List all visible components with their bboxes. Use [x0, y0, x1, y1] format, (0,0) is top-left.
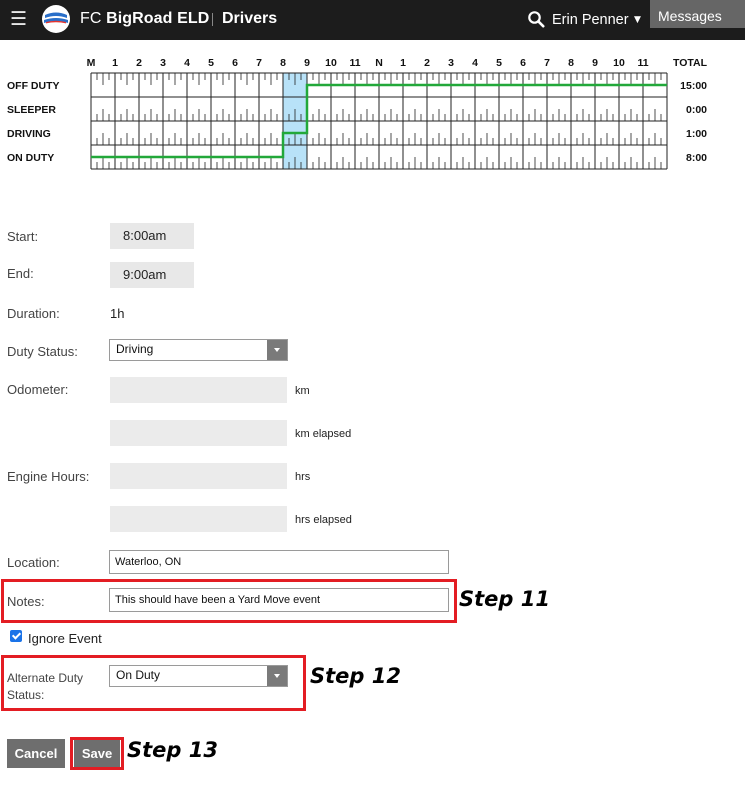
alternate-label-line1: Alternate Duty — [7, 671, 84, 685]
hour-label: 8 — [568, 57, 574, 69]
alternate-duty-status-label: Alternate Duty Status: — [7, 670, 83, 704]
engine-hours-unit: hrs — [295, 471, 311, 483]
total-header: TOTAL — [673, 57, 708, 69]
hour-label: 10 — [325, 57, 337, 69]
hour-label: 2 — [424, 57, 430, 69]
dropdown-arrow-icon[interactable] — [267, 340, 287, 360]
hour-label: 6 — [520, 57, 526, 69]
dropdown-arrow-icon[interactable] — [267, 666, 287, 686]
hour-label: 5 — [208, 57, 214, 69]
hour-label: 4 — [472, 57, 478, 69]
hour-label: 6 — [232, 57, 238, 69]
hour-label: 10 — [613, 57, 625, 69]
duty-status-label: Duty Status: — [7, 344, 78, 359]
caret-down-icon[interactable]: ▼ — [634, 15, 641, 25]
odometer-elapsed-input[interactable] — [110, 420, 287, 446]
odometer-unit: km — [295, 385, 310, 397]
end-label: End: — [7, 266, 34, 281]
row-total: 8:00 — [686, 152, 707, 164]
row-label: ON DUTY — [7, 152, 54, 164]
hour-label: 1 — [400, 57, 406, 69]
duration-label: Duration: — [7, 306, 60, 321]
end-value: 9:00am — [110, 262, 194, 288]
notes-input[interactable]: This should have been a Yard Move event — [109, 588, 449, 612]
odometer-elapsed-unit: km elapsed — [295, 428, 352, 440]
hour-label: 11 — [349, 57, 360, 69]
ignore-event-checkbox[interactable] — [10, 630, 22, 642]
hour-label: 1 — [112, 57, 118, 69]
start-label: Start: — [7, 229, 39, 244]
brand-title: FC BigRoad ELD — [80, 10, 209, 28]
user-menu[interactable]: Erin Penner — [552, 12, 629, 28]
row-total: 0:00 — [686, 104, 707, 116]
hour-label: 8 — [280, 57, 286, 69]
alternate-label-line2: Status: — [7, 688, 45, 702]
step-13-label: Step 13 — [127, 738, 218, 762]
messages-button[interactable]: Messages — [650, 0, 745, 28]
hour-label: 7 — [256, 57, 262, 69]
hamburger-menu-icon[interactable]: ☰ — [10, 9, 30, 29]
location-label: Location: — [7, 555, 60, 570]
alternate-duty-status-select[interactable]: On Duty — [109, 665, 288, 687]
engine-hours-label: Engine Hours: — [7, 469, 90, 484]
hour-label: 3 — [448, 57, 454, 69]
duty-status-select[interactable]: Driving — [109, 339, 288, 361]
hour-label: 3 — [160, 57, 166, 69]
hour-label: 4 — [184, 57, 190, 69]
notes-label: Notes: — [7, 594, 45, 609]
search-icon[interactable] — [527, 10, 545, 28]
log-grid: M 1 2 3 4 5 6 7 8 9 10 11 N 1 2 3 4 5 6 7 8 9 10 11 TOTAL OFF DUT… — [7, 57, 708, 170]
duration-value: 1h — [110, 306, 125, 321]
duty-status-value: Driving — [116, 342, 154, 356]
brand-divider — [212, 13, 213, 26]
hour-label: 11 — [637, 57, 648, 69]
odometer-label: Odometer: — [7, 382, 69, 397]
step-12-label: Step 12 — [310, 664, 401, 688]
top-bar: ☰ FC BigRoad ELD Drivers Erin Penner ▼ M… — [0, 0, 745, 40]
hour-label: 2 — [136, 57, 142, 69]
start-value: 8:00am — [110, 223, 194, 249]
hour-label: 9 — [592, 57, 598, 69]
save-button[interactable]: Save — [74, 740, 120, 767]
alternate-duty-status-value: On Duty — [116, 668, 161, 682]
brand-prefix: FC — [80, 10, 102, 27]
odometer-input[interactable] — [110, 377, 287, 403]
row-total: 15:00 — [680, 80, 707, 92]
engine-hours-elapsed-unit: hrs elapsed — [295, 514, 352, 526]
row-total: 1:00 — [686, 128, 707, 140]
row-label: SLEEPER — [7, 104, 56, 116]
row-label: OFF DUTY — [7, 80, 60, 92]
hour-label: 5 — [496, 57, 502, 69]
hour-label: M — [87, 57, 96, 69]
row-label: DRIVING — [7, 128, 51, 140]
section-title: Drivers — [222, 10, 278, 27]
cancel-button[interactable]: Cancel — [7, 739, 65, 768]
ignore-event-label: Ignore Event — [28, 631, 102, 646]
location-input[interactable]: Waterloo, ON — [109, 550, 449, 574]
hour-label: 9 — [304, 57, 310, 69]
engine-hours-input[interactable] — [110, 463, 287, 489]
brand-name: BigRoad ELD — [106, 10, 210, 27]
engine-hours-elapsed-input[interactable] — [110, 506, 287, 532]
bigroad-logo[interactable] — [42, 5, 70, 33]
hour-label: N — [375, 57, 383, 69]
hour-label: 7 — [544, 57, 550, 69]
step-11-label: Step 11 — [459, 587, 550, 611]
